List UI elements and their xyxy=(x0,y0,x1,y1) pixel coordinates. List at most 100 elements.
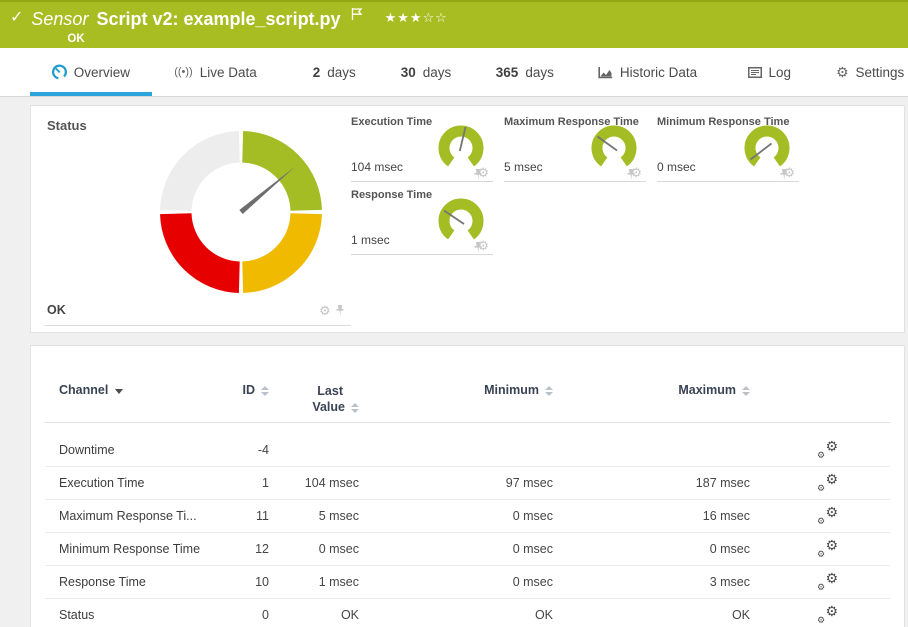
channel-maximum: 0 msec xyxy=(553,542,750,556)
tab-365-days[interactable]: 365days xyxy=(485,48,565,96)
channel-name[interactable]: Downtime xyxy=(45,443,233,457)
overview-gauges-panel: Status OK ⚙ Execution Time 104 msec xyxy=(30,105,905,333)
pin-icon[interactable] xyxy=(473,242,483,254)
channel-id: 1 xyxy=(233,476,269,490)
channel-settings-gears-icon[interactable]: ⚙⚙ xyxy=(816,475,838,492)
tab-historic-data[interactable]: Historic Data xyxy=(593,48,703,96)
channel-id: -4 xyxy=(233,443,269,457)
table-header: Channel ID LastValue Minimum Maximum xyxy=(45,346,890,423)
sort-arrows-icon xyxy=(351,403,359,413)
table-row[interactable]: Execution Time 1 104 msec 97 msec 187 ms… xyxy=(45,467,890,500)
list-icon xyxy=(748,67,762,78)
channel-maximum: 3 msec xyxy=(553,575,750,589)
status-gauge xyxy=(151,122,331,302)
gauge-title: Response Time xyxy=(351,189,432,201)
channel-settings-gears-icon[interactable]: ⚙⚙ xyxy=(816,541,838,558)
page-content: Status OK ⚙ Execution Time 104 msec xyxy=(0,97,908,627)
sort-arrows-icon xyxy=(742,386,750,396)
sort-arrows-icon xyxy=(545,386,553,396)
pin-icon[interactable] xyxy=(335,305,345,317)
gauge-value: 5 msec xyxy=(504,160,543,174)
divider xyxy=(45,325,351,326)
table-body: Downtime -4 ⚙⚙ Execution Time 1 104 msec… xyxy=(45,434,890,627)
tab-log[interactable]: Log xyxy=(740,48,798,96)
channel-minimum: 0 msec xyxy=(359,509,553,523)
table-row[interactable]: Maximum Response Ti... 11 5 msec 0 msec … xyxy=(45,500,890,533)
gauge-card-execution-time[interactable]: Execution Time 104 msec ⚙ xyxy=(351,116,493,182)
sensor-status-text: OK xyxy=(67,33,447,45)
tab-log-label: Log xyxy=(769,65,792,80)
channel-name[interactable]: Minimum Response Time xyxy=(45,542,233,556)
channel-name[interactable]: Maximum Response Ti... xyxy=(45,509,233,523)
table-row[interactable]: Status 0 OK OK OK ⚙⚙ xyxy=(45,599,890,627)
tab-live-data-label: Live Data xyxy=(200,65,257,80)
channel-id: 12 xyxy=(233,542,269,556)
channel-id: 11 xyxy=(233,509,269,523)
tab-historic-data-label: Historic Data xyxy=(620,65,697,80)
stars-filled-icon: ★★★ xyxy=(385,10,423,25)
broadcast-icon: ((•)) xyxy=(174,66,193,78)
sort-desc-icon xyxy=(115,389,123,394)
channel-id: 0 xyxy=(233,608,269,622)
channel-last-value: 0 msec xyxy=(269,542,359,556)
gauge-title: Execution Time xyxy=(351,116,432,128)
channel-minimum: 0 msec xyxy=(359,575,553,589)
tab-live-data[interactable]: ((•)) Live Data xyxy=(160,48,272,96)
channel-settings-gears-icon[interactable]: ⚙⚙ xyxy=(816,508,838,525)
channel-settings-gears-icon[interactable]: ⚙⚙ xyxy=(816,607,838,624)
tab-2-days[interactable]: 2days xyxy=(301,48,367,96)
column-header-id[interactable]: ID xyxy=(233,383,269,397)
pin-icon[interactable] xyxy=(779,169,789,181)
channel-name[interactable]: Status xyxy=(45,608,233,622)
channel-last-value: 104 msec xyxy=(269,476,359,490)
object-kind-label: Sensor xyxy=(31,9,88,30)
area-chart-icon xyxy=(598,66,613,79)
column-header-channel[interactable]: Channel xyxy=(45,383,233,397)
sensor-title: Script v2: example_script.py xyxy=(96,9,340,30)
flag-icon[interactable] xyxy=(351,7,363,21)
table-row[interactable]: Response Time 10 1 msec 0 msec 3 msec ⚙⚙ xyxy=(45,566,890,599)
column-header-last-value[interactable]: LastValue xyxy=(269,383,359,415)
gauge-value: 0 msec xyxy=(657,160,696,174)
column-header-maximum[interactable]: Maximum xyxy=(553,383,750,397)
pin-icon[interactable] xyxy=(473,169,483,181)
status-gauge-value: OK xyxy=(47,303,66,317)
gauge-value: 104 msec xyxy=(351,160,403,174)
tab-settings[interactable]: ⚙ Settings xyxy=(832,48,908,96)
tab-overview-label: Overview xyxy=(74,65,130,80)
column-header-minimum[interactable]: Minimum xyxy=(359,383,553,397)
channel-maximum: 187 msec xyxy=(553,476,750,490)
tab-overview[interactable]: Overview xyxy=(30,48,152,96)
gear-icon: ⚙ xyxy=(836,65,849,79)
tab-bar: Overview ((•)) Live Data 2days 30days 36… xyxy=(0,48,908,97)
priority-stars[interactable]: ★★★☆☆ xyxy=(385,10,448,26)
sensor-header-banner: ✓ Sensor Script v2: example_script.py ★★… xyxy=(0,0,908,48)
channel-name[interactable]: Execution Time xyxy=(45,476,233,490)
gauge-card-response-time[interactable]: Response Time 1 msec ⚙ xyxy=(351,189,493,255)
channel-name[interactable]: Response Time xyxy=(45,575,233,589)
table-row[interactable]: Minimum Response Time 12 0 msec 0 msec 0… xyxy=(45,533,890,566)
gear-icon[interactable]: ⚙ xyxy=(319,305,331,317)
stars-empty-icon: ☆☆ xyxy=(423,10,448,25)
channel-id: 10 xyxy=(233,575,269,589)
pin-icon[interactable] xyxy=(626,169,636,181)
channel-minimum: 97 msec xyxy=(359,476,553,490)
gauge-icon xyxy=(52,64,67,80)
channel-maximum: OK xyxy=(553,608,750,622)
gauge-value: 1 msec xyxy=(351,233,390,247)
gauge-card-maximum-response-time[interactable]: Maximum Response Time 5 msec ⚙ xyxy=(504,116,646,182)
check-icon: ✓ xyxy=(10,9,23,27)
channel-last-value: 5 msec xyxy=(269,509,359,523)
channel-minimum: 0 msec xyxy=(359,542,553,556)
gauge-card-minimum-response-time[interactable]: Minimum Response Time 0 msec ⚙ xyxy=(657,116,799,182)
channel-last-value: OK xyxy=(269,608,359,622)
channel-settings-gears-icon[interactable]: ⚙⚙ xyxy=(816,574,838,591)
channel-table-panel: Channel ID LastValue Minimum Maximum Dow… xyxy=(30,345,905,627)
tab-settings-label: Settings xyxy=(856,65,905,80)
channel-maximum: 16 msec xyxy=(553,509,750,523)
sort-arrows-icon xyxy=(261,386,269,396)
tab-30-days[interactable]: 30days xyxy=(393,48,459,96)
channel-last-value: 1 msec xyxy=(269,575,359,589)
channel-settings-gears-icon[interactable]: ⚙⚙ xyxy=(816,442,838,459)
table-row[interactable]: Downtime -4 ⚙⚙ xyxy=(45,434,890,467)
